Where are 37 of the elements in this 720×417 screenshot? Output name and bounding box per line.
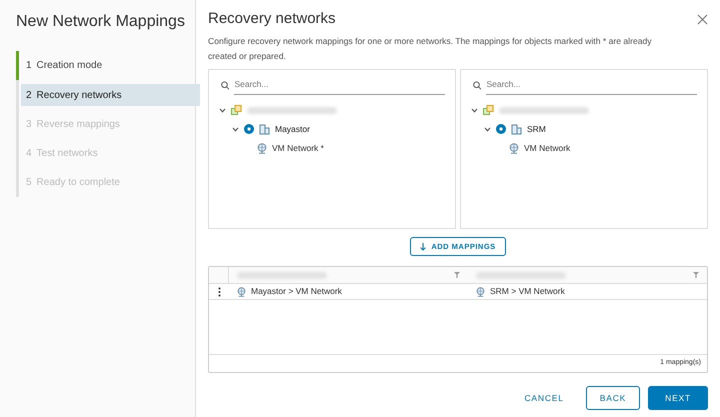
filter-icon[interactable] [693, 272, 699, 278]
page-title: Recovery networks [208, 10, 336, 28]
search-field[interactable]: Search... [486, 76, 697, 95]
search-icon [473, 80, 482, 90]
building-icon [511, 124, 522, 135]
filter-icon[interactable] [454, 272, 460, 278]
globe-icon [509, 142, 519, 154]
wizard-step[interactable]: 2 Recovery networks [21, 84, 200, 106]
vcenter-icon [483, 104, 494, 116]
down-arrow-icon [420, 242, 426, 251]
tree-node-label[interactable]: Mayastor [275, 122, 310, 136]
table-cell: Mayastor > VM Network [251, 285, 342, 298]
chevron-icon[interactable] [232, 126, 239, 133]
tree-node-label[interactable]: VM Network * [272, 142, 324, 155]
tree-node-label[interactable]: VM Network [524, 142, 570, 155]
search-icon [221, 80, 230, 90]
action-button[interactable]: BACK [586, 386, 640, 410]
globe-icon [476, 286, 485, 297]
wizard-title: New Network Mappings [16, 12, 186, 32]
search-field[interactable]: Search... [234, 76, 445, 95]
chevron-icon[interactable] [484, 126, 491, 133]
action-button[interactable]: NEXT [648, 386, 708, 410]
wizard-step[interactable]: 1 Creation mode [16, 51, 195, 80]
building-icon [259, 124, 270, 135]
vcenter-icon [231, 104, 242, 116]
close-icon[interactable] [697, 14, 708, 25]
table-cell: SRM > VM Network [490, 285, 565, 298]
chevron-icon[interactable] [219, 106, 226, 114]
tree-node-label[interactable]: SRM [527, 122, 546, 136]
description: Configure recovery network mappings for one or more networks. The mappings for objects marked with * are already created or prepared. [208, 35, 653, 63]
globe-icon [257, 142, 267, 154]
site-indicator-icon [496, 124, 506, 134]
globe-icon [237, 286, 246, 297]
row-menu-icon[interactable] [218, 286, 220, 297]
action-button[interactable]: CANCEL [510, 386, 578, 410]
site-indicator-icon [244, 124, 254, 134]
chevron-icon[interactable] [471, 106, 478, 114]
